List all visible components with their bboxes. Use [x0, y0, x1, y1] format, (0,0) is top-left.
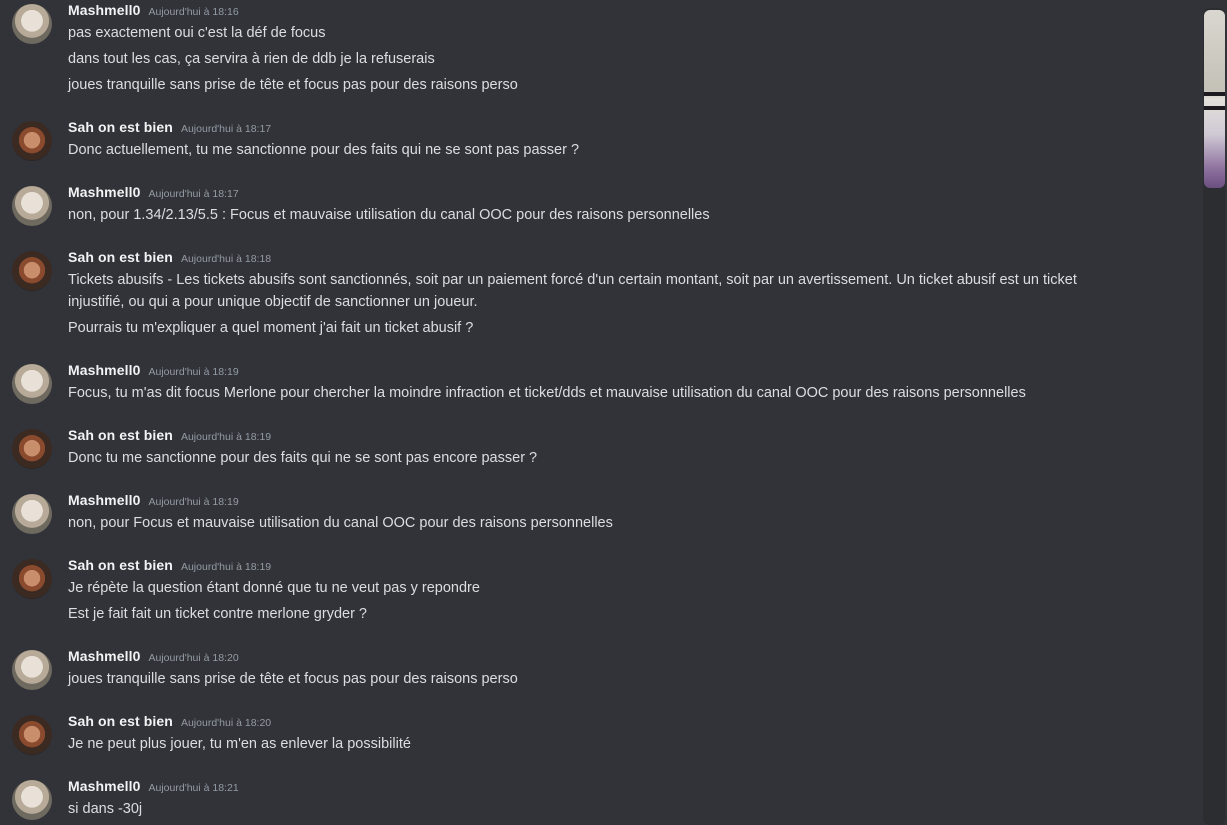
message-header: Sah on est bien Aujourd'hui à 18:19 — [68, 427, 271, 447]
message-header: Mashmell0 Aujourd'hui à 18:16 — [68, 2, 239, 22]
scrollbar-thumb[interactable] — [1204, 10, 1225, 188]
timestamp: Aujourd'hui à 18:19 — [148, 496, 239, 508]
timestamp: Aujourd'hui à 18:17 — [180, 123, 272, 135]
avatar[interactable] — [12, 251, 52, 291]
avatar[interactable] — [12, 186, 52, 226]
message-text: non, pour 1.34/2.13/5.5 : Focus et mauva… — [68, 207, 710, 223]
message-text: Donc actuellement, tu me sanctionne pour… — [68, 142, 580, 158]
avatar[interactable] — [12, 494, 52, 534]
timestamp: Aujourd'hui à 18:20 — [180, 717, 272, 729]
username[interactable]: Sah on est bien — [68, 119, 173, 135]
message-text: Je répète la question étant donné que tu… — [68, 580, 480, 596]
timestamp: Aujourd'hui à 18:21 — [148, 782, 239, 794]
avatar[interactable] — [12, 715, 52, 755]
username[interactable]: Sah on est bien — [68, 557, 173, 573]
message-header: Sah on est bien Aujourd'hui à 18:19 — [68, 557, 271, 577]
username[interactable]: Sah on est bien — [68, 249, 173, 265]
message-text: non, pour Focus et mauvaise utilisation … — [68, 515, 613, 531]
timestamp: Aujourd'hui à 18:16 — [148, 6, 239, 18]
username[interactable]: Sah on est bien — [68, 713, 173, 729]
message-text: joues tranquille sans prise de tête et f… — [68, 77, 518, 93]
username[interactable]: Mashmell0 — [68, 362, 141, 378]
timestamp: Aujourd'hui à 18:20 — [148, 652, 239, 664]
message-header: Sah on est bien Aujourd'hui à 18:18 — [68, 249, 271, 269]
message-text: si dans -30j — [68, 801, 143, 817]
username[interactable]: Sah on est bien — [68, 427, 173, 443]
message-text: joues tranquille sans prise de tête et f… — [68, 671, 518, 687]
avatar[interactable] — [12, 780, 52, 820]
message-header: Mashmell0 Aujourd'hui à 18:19 — [68, 362, 239, 382]
message-header: Mashmell0 Aujourd'hui à 18:20 — [68, 648, 239, 668]
username[interactable]: Mashmell0 — [68, 2, 141, 18]
message-text: dans tout les cas, ça servira à rien de … — [68, 51, 435, 67]
message-text: Pourrais tu m'expliquer a quel moment j'… — [68, 320, 474, 336]
chat-message-list: Mashmell0 Aujourd'hui à 18:16 pas exacte… — [0, 0, 1200, 825]
username[interactable]: Mashmell0 — [68, 648, 141, 664]
thumb-stripe — [1204, 106, 1225, 110]
timestamp: Aujourd'hui à 18:19 — [180, 561, 272, 573]
message-header: Sah on est bien Aujourd'hui à 18:20 — [68, 713, 271, 733]
avatar[interactable] — [12, 364, 52, 404]
timestamp: Aujourd'hui à 18:19 — [148, 366, 239, 378]
thumb-stripe — [1204, 92, 1225, 96]
message-header: Mashmell0 Aujourd'hui à 18:21 — [68, 778, 239, 798]
username[interactable]: Mashmell0 — [68, 184, 141, 200]
timestamp: Aujourd'hui à 18:17 — [148, 188, 239, 200]
message-text: pas exactement oui c'est la déf de focus — [68, 25, 326, 41]
message-header: Mashmell0 Aujourd'hui à 18:17 — [68, 184, 239, 204]
message-header: Mashmell0 Aujourd'hui à 18:19 — [68, 492, 239, 512]
timestamp: Aujourd'hui à 18:18 — [180, 253, 272, 265]
timestamp: Aujourd'hui à 18:19 — [180, 431, 272, 443]
avatar[interactable] — [12, 4, 52, 44]
message-text: Tickets abusifs - Les tickets abusifs so… — [68, 272, 1077, 288]
message-header: Sah on est bien Aujourd'hui à 18:17 — [68, 119, 271, 139]
avatar[interactable] — [12, 559, 52, 599]
avatar[interactable] — [12, 429, 52, 469]
avatar[interactable] — [12, 650, 52, 690]
message-text: Donc tu me sanctionne pour des faits qui… — [68, 450, 538, 466]
message-text: injustifié, ou qui a pour unique objecti… — [68, 294, 478, 310]
username[interactable]: Mashmell0 — [68, 492, 141, 508]
username[interactable]: Mashmell0 — [68, 778, 141, 794]
message-text: Focus, tu m'as dit focus Merlone pour ch… — [68, 385, 1026, 401]
message-text: Est je fait fait un ticket contre merlon… — [68, 606, 367, 622]
message-text: Je ne peut plus jouer, tu m'en as enleve… — [68, 736, 411, 752]
avatar[interactable] — [12, 121, 52, 161]
